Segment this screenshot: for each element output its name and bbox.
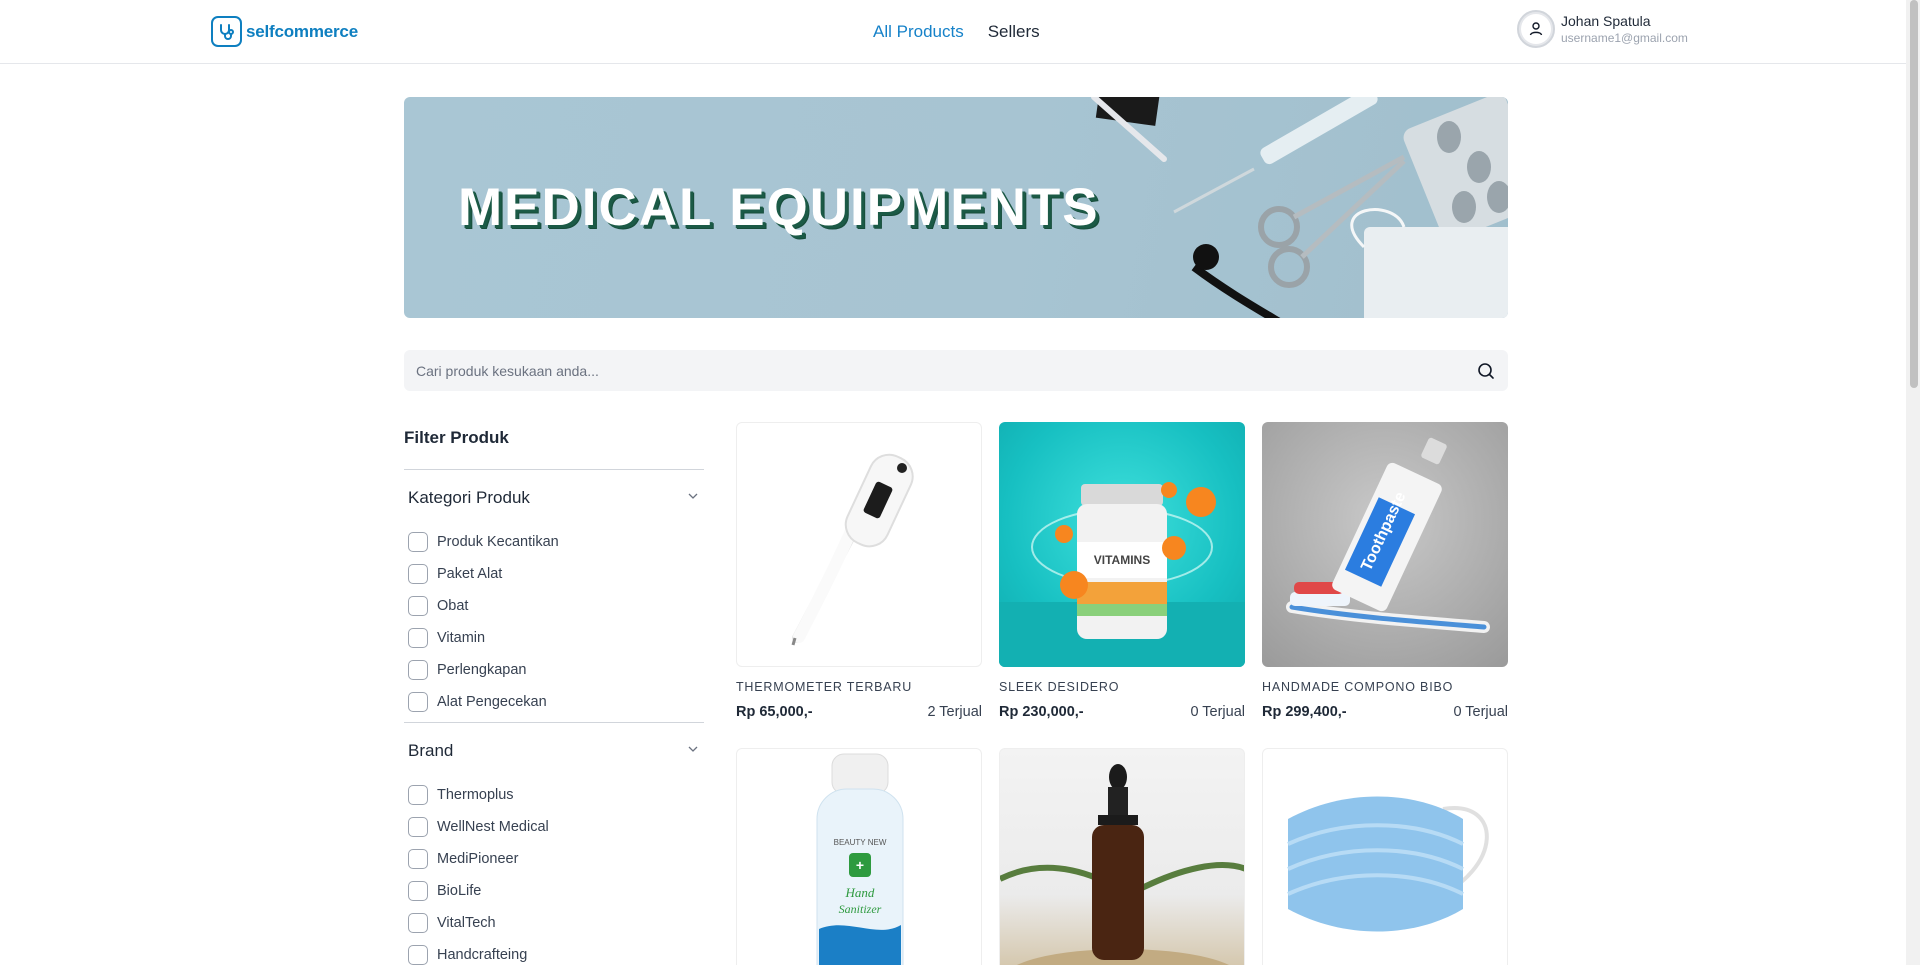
stethoscope-icon: [211, 16, 242, 47]
checkbox[interactable]: [408, 628, 428, 648]
option-label: Produk Kecantikan: [437, 534, 559, 550]
filter-option[interactable]: VitalTech: [408, 907, 700, 939]
checkbox[interactable]: [408, 596, 428, 616]
search-icon[interactable]: [1476, 361, 1496, 381]
product-price: Rp 65,000,-: [736, 704, 813, 720]
svg-text:Sanitizer: Sanitizer: [839, 902, 882, 916]
checkbox[interactable]: [408, 564, 428, 584]
user-icon: [1521, 14, 1551, 44]
option-label: WellNest Medical: [437, 819, 549, 835]
filter-title: Filter Produk: [404, 420, 704, 470]
dropper-bottle-image: [999, 748, 1245, 965]
product-card[interactable]: BEAUTY NEW + Hand Sanitizer: [736, 748, 982, 965]
filter-option[interactable]: WellNest Medical: [408, 811, 700, 843]
brand-options: Thermoplus WellNest Medical MediPioneer …: [404, 779, 704, 965]
brand-section-toggle[interactable]: Brand: [404, 723, 704, 779]
option-label: BioLife: [437, 883, 482, 899]
vitamins-image: VITAMINS: [999, 422, 1245, 667]
nav-sellers[interactable]: Sellers: [988, 22, 1040, 42]
filter-option[interactable]: MediPioneer: [408, 843, 700, 875]
category-section-toggle[interactable]: Kategori Produk: [404, 470, 704, 526]
filter-option[interactable]: Handcrafteing: [408, 939, 700, 965]
filter-sidebar: Filter Produk Kategori Produk Produk Kec…: [404, 420, 704, 965]
user-name: Johan Spatula: [1561, 13, 1651, 29]
option-label: VitalTech: [437, 915, 496, 931]
filter-option[interactable]: BioLife: [408, 875, 700, 907]
option-label: Perlengkapan: [437, 662, 527, 678]
product-sold-count: 0 Terjual: [1190, 704, 1245, 720]
option-label: Paket Alat: [437, 566, 503, 582]
product-sold-count: 2 Terjual: [927, 704, 982, 720]
section-label: Brand: [408, 741, 454, 760]
checkbox[interactable]: [408, 532, 428, 552]
banner-title: MEDICAL EQUIPMENTS: [458, 178, 1100, 237]
checkbox[interactable]: [408, 785, 428, 805]
option-label: Thermoplus: [437, 787, 514, 803]
user-email: username1@gmail.com: [1561, 31, 1688, 45]
product-card[interactable]: THERMOMETER TERBARU Rp 65,000,- 2 Terjua…: [736, 422, 982, 720]
filter-option[interactable]: Vitamin: [408, 622, 700, 654]
option-label: MediPioneer: [437, 851, 519, 867]
product-name: THERMOMETER TERBARU: [736, 680, 913, 694]
svg-text:Hand: Hand: [845, 885, 875, 900]
product-card[interactable]: VITAMINS SLEEK DESIDERO Rp 230,000,- 0 T…: [999, 422, 1245, 720]
section-label: Kategori Produk: [408, 488, 530, 507]
product-name: SLEEK DESIDERO: [999, 680, 1120, 694]
hand-sanitizer-image: BEAUTY NEW + Hand Sanitizer: [736, 748, 982, 965]
product-meta: Rp 230,000,- 0 Terjual: [999, 704, 1245, 720]
checkbox[interactable]: [408, 660, 428, 680]
svg-text:VITAMINS: VITAMINS: [1094, 553, 1150, 567]
filter-option[interactable]: Paket Alat: [408, 558, 700, 590]
svg-text:+: +: [856, 857, 864, 873]
checkbox[interactable]: [408, 913, 428, 933]
checkbox[interactable]: [408, 849, 428, 869]
product-price: Rp 230,000,-: [999, 704, 1084, 720]
checkbox[interactable]: [408, 817, 428, 837]
option-label: Alat Pengecekan: [437, 694, 547, 710]
face-mask-image: [1262, 748, 1508, 965]
product-price: Rp 299,400,-: [1262, 704, 1347, 720]
option-label: Vitamin: [437, 630, 486, 646]
chevron-down-icon: [686, 742, 700, 761]
thermometer-image: [736, 422, 982, 667]
filter-section-category: Kategori Produk Produk Kecantikan Paket …: [404, 470, 704, 723]
product-card[interactable]: [999, 748, 1245, 965]
logo-text: selfcommerce: [246, 21, 358, 41]
filter-option[interactable]: Alat Pengecekan: [408, 686, 700, 718]
product-card[interactable]: Toothpaste HANDMADE COMPONO BIBO Rp 299,…: [1262, 422, 1508, 720]
checkbox[interactable]: [408, 945, 428, 965]
top-navbar: selfcommerce All Products Sellers Johan …: [0, 0, 1906, 64]
filter-option[interactable]: Perlengkapan: [408, 654, 700, 686]
checkbox[interactable]: [408, 692, 428, 712]
product-meta: Rp 299,400,- 0 Terjual: [1262, 704, 1508, 720]
user-info: Johan Spatula username1@gmail.com: [1561, 12, 1688, 46]
scrollbar-thumb[interactable]: [1910, 0, 1918, 388]
checkbox[interactable]: [408, 881, 428, 901]
category-options: Produk Kecantikan Paket Alat Obat Vitami…: [404, 526, 704, 723]
product-name: HANDMADE COMPONO BIBO: [1262, 680, 1454, 694]
filter-option[interactable]: Produk Kecantikan: [408, 526, 700, 558]
product-meta: Rp 65,000,- 2 Terjual: [736, 704, 982, 720]
product-card[interactable]: [1262, 748, 1508, 965]
svg-text:BEAUTY NEW: BEAUTY NEW: [834, 838, 887, 847]
option-label: Obat: [437, 598, 469, 614]
filter-section-brand: Brand Thermoplus WellNest Medical MediPi…: [404, 723, 704, 965]
nav-all-products[interactable]: All Products: [873, 22, 964, 42]
option-label: Handcrafteing: [437, 947, 528, 963]
main-nav: All Products Sellers: [873, 22, 1040, 42]
user-menu[interactable]: Johan Spatula username1@gmail.com: [1517, 10, 1688, 48]
chevron-down-icon: [686, 489, 700, 508]
filter-option[interactable]: Thermoplus: [408, 779, 700, 811]
search-input[interactable]: [404, 350, 1464, 391]
hero-banner: MEDICAL EQUIPMENTS: [404, 97, 1508, 318]
logo[interactable]: selfcommerce: [211, 16, 358, 47]
product-sold-count: 0 Terjual: [1453, 704, 1508, 720]
avatar: [1517, 10, 1555, 48]
toothpaste-image: Toothpaste: [1262, 422, 1508, 667]
filter-option[interactable]: Obat: [408, 590, 700, 622]
search-bar: [404, 350, 1508, 391]
